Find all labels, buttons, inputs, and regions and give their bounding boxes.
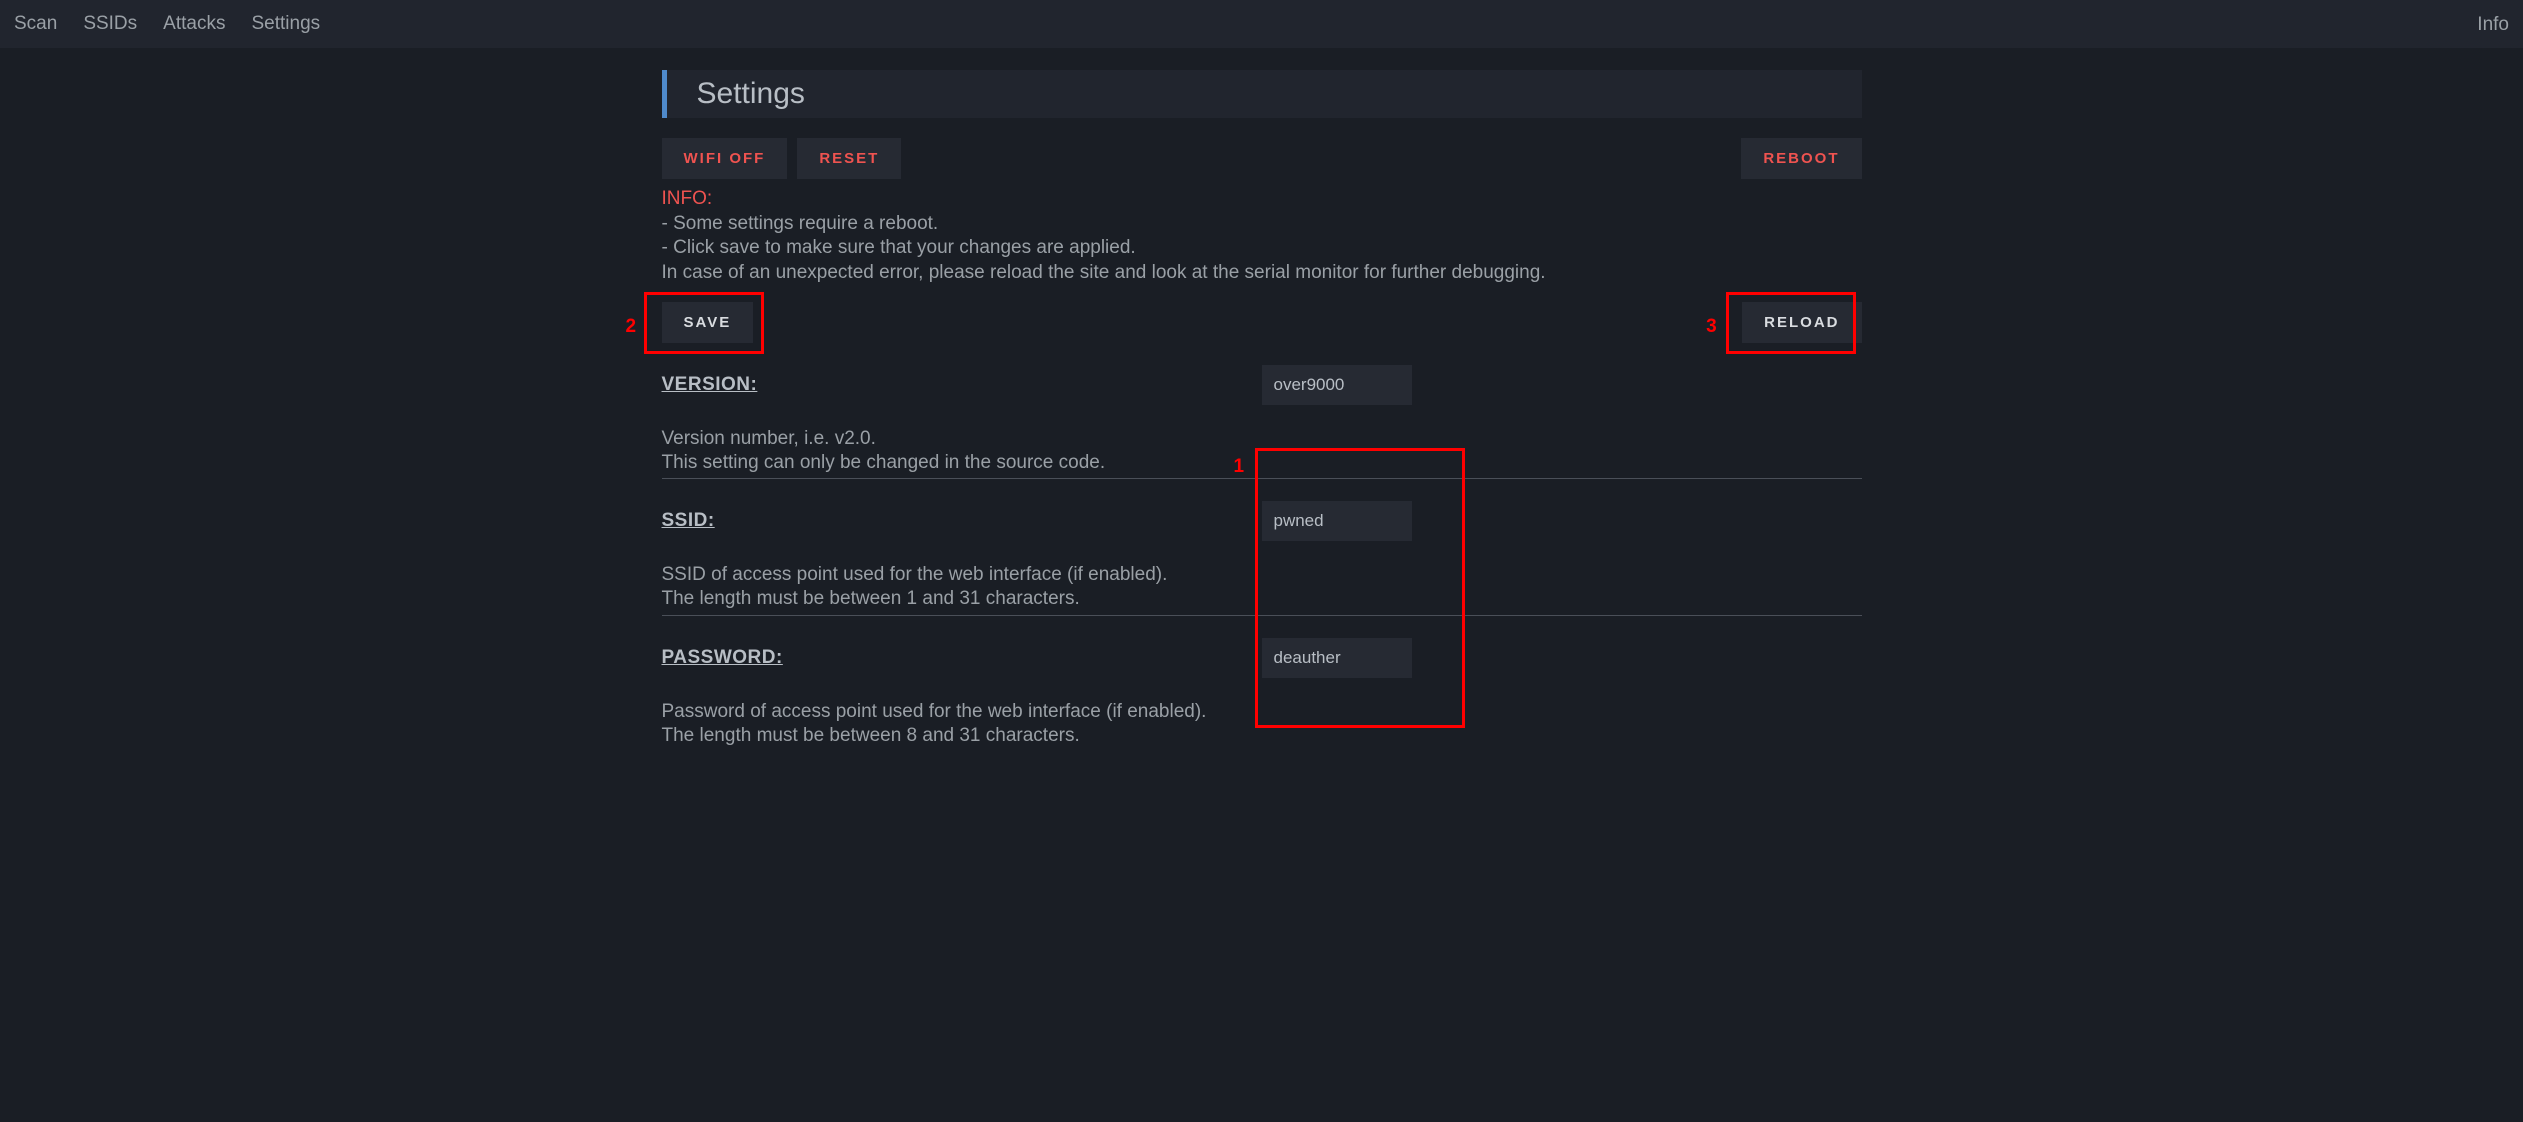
- version-input[interactable]: [1262, 365, 1412, 405]
- reboot-button[interactable]: REBOOT: [1741, 138, 1861, 179]
- setting-version-row: VERSION:: [662, 365, 1862, 405]
- save-reload-row: SAVE 2 RELOAD 3: [662, 302, 1862, 343]
- password-desc1: Password of access point used for the we…: [662, 700, 1862, 724]
- nav-scan[interactable]: Scan: [14, 13, 57, 35]
- navbar: Scan SSIDs Attacks Settings Info: [0, 0, 2523, 48]
- info-label: INFO:: [662, 187, 1862, 212]
- password-desc2: The length must be between 8 and 31 char…: [662, 724, 1862, 748]
- ssid-desc1: SSID of access point used for the web in…: [662, 563, 1862, 587]
- action-row: WIFI OFF RESET REBOOT: [662, 138, 1862, 179]
- reset-button[interactable]: RESET: [797, 138, 901, 179]
- nav-left: Scan SSIDs Attacks Settings: [14, 13, 320, 35]
- setting-ssid-row: SSID:: [662, 501, 1862, 541]
- reload-button[interactable]: RELOAD: [1742, 302, 1861, 343]
- version-label: VERSION:: [662, 374, 758, 396]
- info-block: INFO: - Some settings require a reboot. …: [662, 187, 1862, 286]
- ssid-label: SSID:: [662, 510, 715, 532]
- nav-info[interactable]: Info: [2477, 14, 2509, 35]
- password-input[interactable]: [1262, 638, 1412, 678]
- info-line1: - Some settings require a reboot.: [662, 212, 1862, 237]
- info-line2: - Click save to make sure that your chan…: [662, 236, 1862, 261]
- ssid-desc: SSID of access point used for the web in…: [662, 563, 1862, 611]
- nav-ssids[interactable]: SSIDs: [83, 13, 137, 35]
- main-wrapper: Settings WIFI OFF RESET REBOOT INFO: - S…: [662, 70, 1862, 747]
- save-button[interactable]: SAVE: [662, 302, 754, 343]
- ssid-desc2: The length must be between 1 and 31 char…: [662, 587, 1862, 611]
- version-desc2: This setting can only be changed in the …: [662, 451, 1862, 475]
- setting-password-row: PASSWORD:: [662, 638, 1862, 678]
- info-line3: In case of an unexpected error, please r…: [662, 261, 1862, 286]
- divider-2: [662, 615, 1862, 616]
- password-desc: Password of access point used for the we…: [662, 700, 1862, 748]
- nav-right: Info: [2477, 13, 2509, 36]
- version-desc1: Version number, i.e. v2.0.: [662, 427, 1862, 451]
- title-bar: Settings: [662, 70, 1862, 118]
- version-desc: Version number, i.e. v2.0. This setting …: [662, 427, 1862, 475]
- password-label: PASSWORD:: [662, 647, 783, 669]
- annotation-number-2: 2: [626, 316, 637, 338]
- wifi-off-button[interactable]: WIFI OFF: [662, 138, 788, 179]
- annotation-number-3: 3: [1706, 316, 1717, 338]
- page-title: Settings: [697, 77, 805, 111]
- nav-settings[interactable]: Settings: [251, 13, 320, 35]
- divider-1: [662, 478, 1862, 479]
- nav-attacks[interactable]: Attacks: [163, 13, 225, 35]
- ssid-input[interactable]: [1262, 501, 1412, 541]
